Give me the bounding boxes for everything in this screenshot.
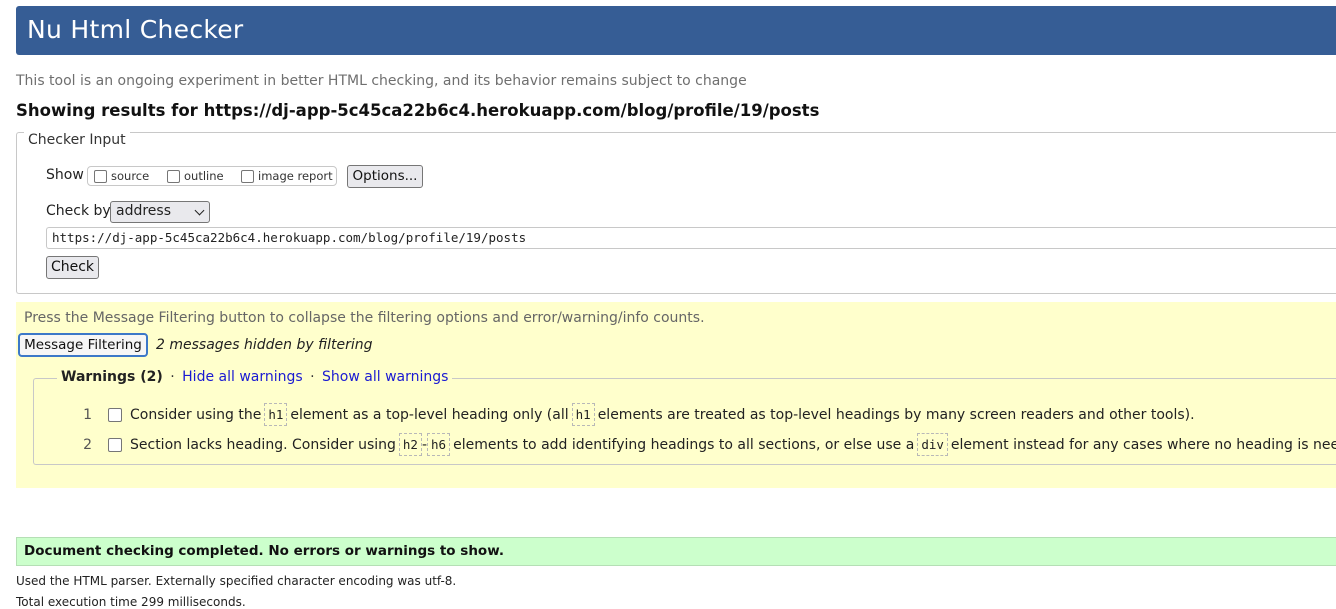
code-snippet: h2 — [398, 433, 422, 456]
warning-text: elements are treated as top-level headin… — [597, 406, 1195, 423]
check-by-value: address — [116, 203, 172, 219]
warning-text: element as a top-level heading only (all — [290, 406, 569, 423]
execution-time-note: Total execution time 299 milliseconds. — [16, 595, 246, 609]
app-header: Nu Html Checker — [16, 6, 1336, 55]
warning-number: 1 — [83, 406, 92, 423]
options-button[interactable]: Options... — [347, 165, 423, 188]
warning-row: 1 Consider using the h1 element as a top… — [80, 403, 1195, 426]
warning-text: element instead for any cases where no h… — [950, 436, 1336, 453]
hidden-messages-note: 2 messages hidden by filtering — [156, 337, 373, 353]
chevron-down-icon — [194, 205, 205, 216]
filter-note: Press the Message Filtering button to co… — [24, 310, 705, 326]
warning-text: elements to add identifying headings to … — [453, 436, 915, 453]
check-button[interactable]: Check — [46, 256, 99, 279]
warning-checkbox[interactable] — [108, 407, 122, 422]
warning-number: 2 — [83, 436, 92, 453]
message-filtering-button[interactable]: Message Filtering — [18, 333, 148, 357]
intro-text: This tool is an ongoing experiment in be… — [16, 73, 747, 89]
separator: · — [170, 369, 175, 385]
app-title: Nu Html Checker — [27, 15, 244, 44]
success-message: Document checking completed. No errors o… — [16, 537, 1336, 566]
warning-row: 2 Section lacks heading. Consider using … — [80, 433, 1336, 456]
check-by-label: Check by — [46, 203, 111, 219]
image-report-checkbox[interactable] — [241, 169, 254, 183]
warning-text: Consider using the — [130, 406, 262, 423]
hide-all-warnings-link[interactable]: Hide all warnings — [182, 369, 303, 385]
show-label: Show — [46, 167, 84, 183]
checker-input-legend: Checker Input — [24, 132, 130, 148]
code-snippet: div — [917, 433, 948, 456]
warning-checkbox[interactable] — [108, 437, 122, 452]
outline-checkbox[interactable] — [167, 169, 180, 183]
image-report-label: image report — [258, 169, 333, 183]
warnings-title: Warnings (2) — [61, 369, 163, 385]
check-by-select[interactable]: address — [110, 201, 210, 223]
show-outline-option[interactable]: outline — [167, 169, 224, 183]
outline-label: outline — [184, 169, 224, 183]
warnings-legend: Warnings (2) · Hide all warnings · Show … — [57, 369, 453, 385]
show-source-option[interactable]: source — [94, 169, 149, 183]
warning-text: Section lacks heading. Consider using — [130, 436, 396, 453]
url-input[interactable]: https://dj-app-5c45ca22b6c4.herokuapp.co… — [46, 227, 1336, 249]
show-options-group: source outline image report — [87, 166, 337, 186]
show-image-report-option[interactable]: image report — [241, 169, 333, 183]
checker-input-fieldset — [16, 132, 1336, 294]
parser-note: Used the HTML parser. Externally specifi… — [16, 574, 457, 588]
separator: · — [310, 369, 315, 385]
show-all-warnings-link[interactable]: Show all warnings — [322, 369, 448, 385]
code-snippet: h1 — [264, 403, 288, 426]
code-snippet: h6 — [427, 433, 451, 456]
source-label: source — [111, 169, 150, 183]
results-title: Showing results for https://dj-app-5c45c… — [16, 101, 820, 120]
code-snippet: h1 — [571, 403, 595, 426]
source-checkbox[interactable] — [94, 169, 107, 183]
